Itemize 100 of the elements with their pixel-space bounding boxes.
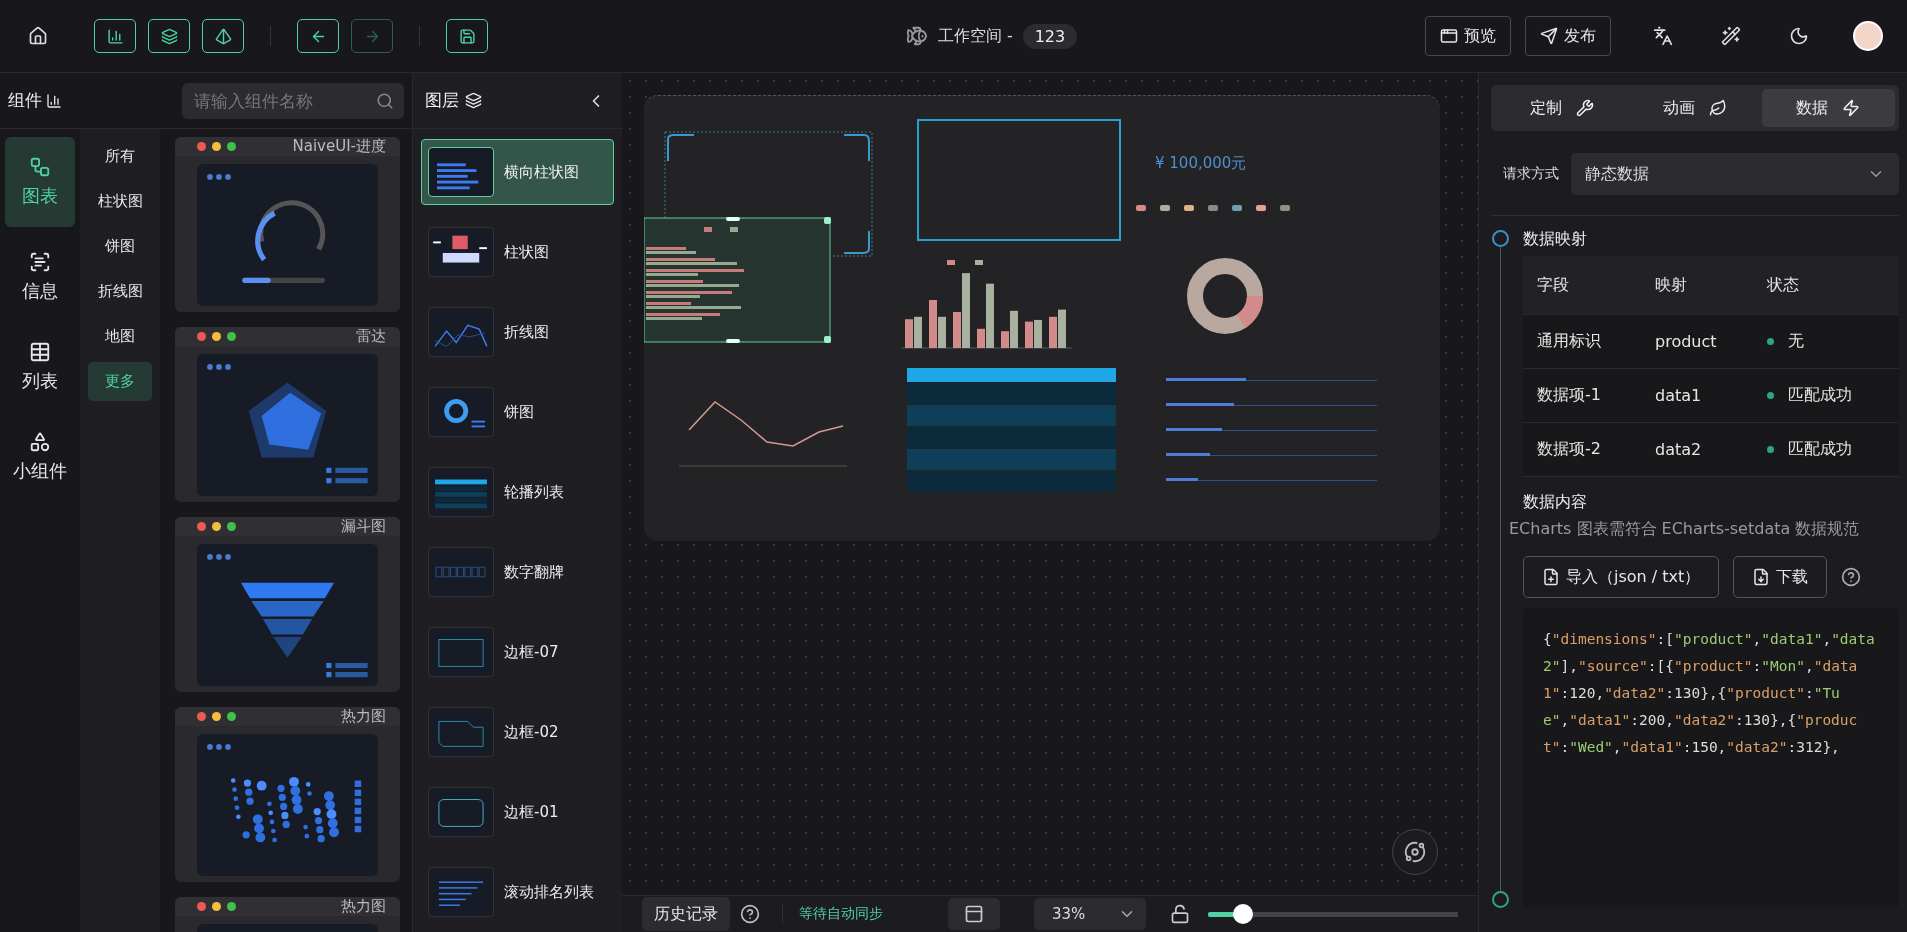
resize-handle[interactable] [726, 217, 740, 221]
hint-text: ECharts 图表需符合 ECharts-setdata 数据规范 [1509, 519, 1861, 540]
search-input[interactable]: 请输入组件名称 [192, 89, 376, 112]
toolbar-button[interactable] [94, 19, 136, 53]
table-cell-text: product [1655, 332, 1718, 351]
sync-status: 等待自动同步 [782, 905, 883, 923]
resize-handle[interactable] [824, 336, 831, 343]
subcategory-tab[interactable]: 地图 [88, 317, 152, 356]
component-card[interactable]: 雷达 [175, 327, 400, 502]
layer-label: 边框-01 [504, 802, 559, 822]
window-dot [227, 902, 236, 911]
import-button[interactable]: 导入（json / txt） [1523, 556, 1720, 598]
panel-tab[interactable]: 动画 [1628, 89, 1762, 127]
table-cell-text: 数据项-2 [1537, 439, 1602, 460]
request-select[interactable]: 静态数据 [1571, 153, 1899, 195]
layer-item[interactable]: 折线图 [421, 299, 614, 365]
table-cell-text: 数据项-1 [1537, 385, 1602, 406]
frame-thumbnail [428, 627, 494, 677]
subcategory-tab[interactable]: 所有 [88, 137, 152, 176]
panel-tab[interactable]: 定制 [1495, 89, 1629, 127]
field-label: 请求方式 [1503, 165, 1559, 183]
planet-icon [1404, 841, 1426, 863]
help-icon[interactable] [740, 904, 760, 924]
layer-item[interactable]: 柱状图 [421, 219, 614, 285]
layer-label: 滚动排名列表 [504, 882, 594, 902]
shapes-icon [29, 431, 51, 453]
text-box-icon [29, 251, 51, 273]
code-text: {"dimensions":["product","data1","data2"],"source":[{"product":"Mon","data1":120,"data2":130},{"product":"Tue","data1":200,"data2":130},{"product":"Wed","data1":150,"data2":312}, [1523, 608, 1899, 908]
category-tab[interactable]: 小组件 [5, 417, 75, 497]
category-tab[interactable]: 列表 [5, 327, 75, 407]
component-card[interactable]: 热力图 [175, 707, 400, 882]
subcategory-tab[interactable]: 更多 [88, 362, 152, 401]
chart-icon [29, 156, 51, 178]
window-dot [212, 522, 221, 531]
window-dot [227, 522, 236, 531]
resize-handle[interactable] [726, 339, 740, 343]
step-circle [1491, 230, 1509, 247]
undo-button[interactable] [297, 19, 339, 53]
legend-swatch [975, 260, 983, 265]
panel-title: 图层 [425, 89, 459, 112]
layer-item[interactable]: 边框-07 [421, 619, 614, 685]
preview-button[interactable]: 预览 [1425, 16, 1511, 56]
component-title: 漏斗图 [341, 517, 386, 536]
component-card[interactable]: NaiveUI-进度 [175, 137, 400, 312]
planet-button[interactable] [1392, 829, 1438, 875]
layer-item[interactable]: 饼图 [421, 379, 614, 445]
component-card[interactable]: 漏斗图 [175, 517, 400, 692]
legend-swatch [704, 227, 712, 232]
leaf-icon [1709, 99, 1727, 117]
send-icon [1540, 27, 1558, 45]
subcategory-tab[interactable]: 饼图 [88, 227, 152, 266]
component-title: NaiveUI-进度 [292, 137, 386, 156]
layer-item[interactable]: 数字翻牌 [421, 539, 614, 605]
table-cell-text: data2 [1655, 440, 1703, 459]
window-dot [197, 332, 206, 341]
digit-tiles-thumbnail [428, 547, 494, 597]
layout-button[interactable] [948, 898, 1000, 930]
layer-item[interactable]: 横向柱状图 [421, 139, 614, 205]
subcategory-tab[interactable]: 柱状图 [88, 182, 152, 221]
layer-label: 边框-02 [504, 722, 559, 742]
layers-icon [160, 27, 178, 45]
search-icon [376, 91, 394, 110]
resize-handle[interactable] [824, 217, 831, 224]
layer-label: 饼图 [504, 402, 534, 422]
history-button[interactable]: 历史记录 [642, 897, 730, 931]
layers-icon [465, 92, 482, 109]
panel-tab[interactable]: 数据 [1761, 89, 1895, 127]
table-cell-text: data1 [1655, 386, 1703, 405]
layer-label: 柱状图 [504, 242, 549, 262]
layer-item[interactable]: 边框-01 [421, 779, 614, 845]
download-button[interactable]: 下载 [1733, 556, 1828, 598]
window-dot [227, 332, 236, 341]
status-text: 无 [1788, 331, 1804, 352]
window-dot [227, 142, 236, 151]
component-card[interactable]: 热力图 [175, 897, 400, 932]
window-dot [212, 142, 221, 151]
toolbar-button[interactable] [148, 19, 190, 53]
wrench-icon [1575, 99, 1594, 117]
window-dot [227, 712, 236, 721]
toolbar-button[interactable] [202, 19, 244, 53]
save-button[interactable] [446, 19, 488, 53]
layer-item[interactable]: 滚动排名列表 [421, 859, 614, 925]
fish-icon [905, 25, 928, 47]
subcategory-tab[interactable]: 折线图 [88, 272, 152, 311]
file-plus-icon [1542, 568, 1560, 586]
help-icon[interactable] [1841, 567, 1862, 587]
category-tab[interactable]: 图表 [5, 137, 75, 227]
publish-button[interactable]: 发布 [1525, 16, 1611, 56]
layer-item[interactable]: 边框-02 [421, 699, 614, 765]
window-dot [197, 522, 206, 531]
ranking-list-thumbnail [428, 867, 494, 917]
category-tab[interactable]: 信息 [5, 237, 75, 317]
layer-item[interactable]: 轮播列表 [421, 459, 614, 525]
unlock-icon[interactable] [1170, 904, 1190, 924]
zoom-select[interactable]: 33% [1034, 898, 1146, 930]
search-field[interactable]: 请输入组件名称 [182, 82, 404, 119]
table-thumbnail [428, 467, 494, 517]
ring-chart-thumbnail [428, 387, 494, 437]
file-download-icon [1752, 568, 1771, 586]
avatar[interactable] [1853, 21, 1883, 51]
